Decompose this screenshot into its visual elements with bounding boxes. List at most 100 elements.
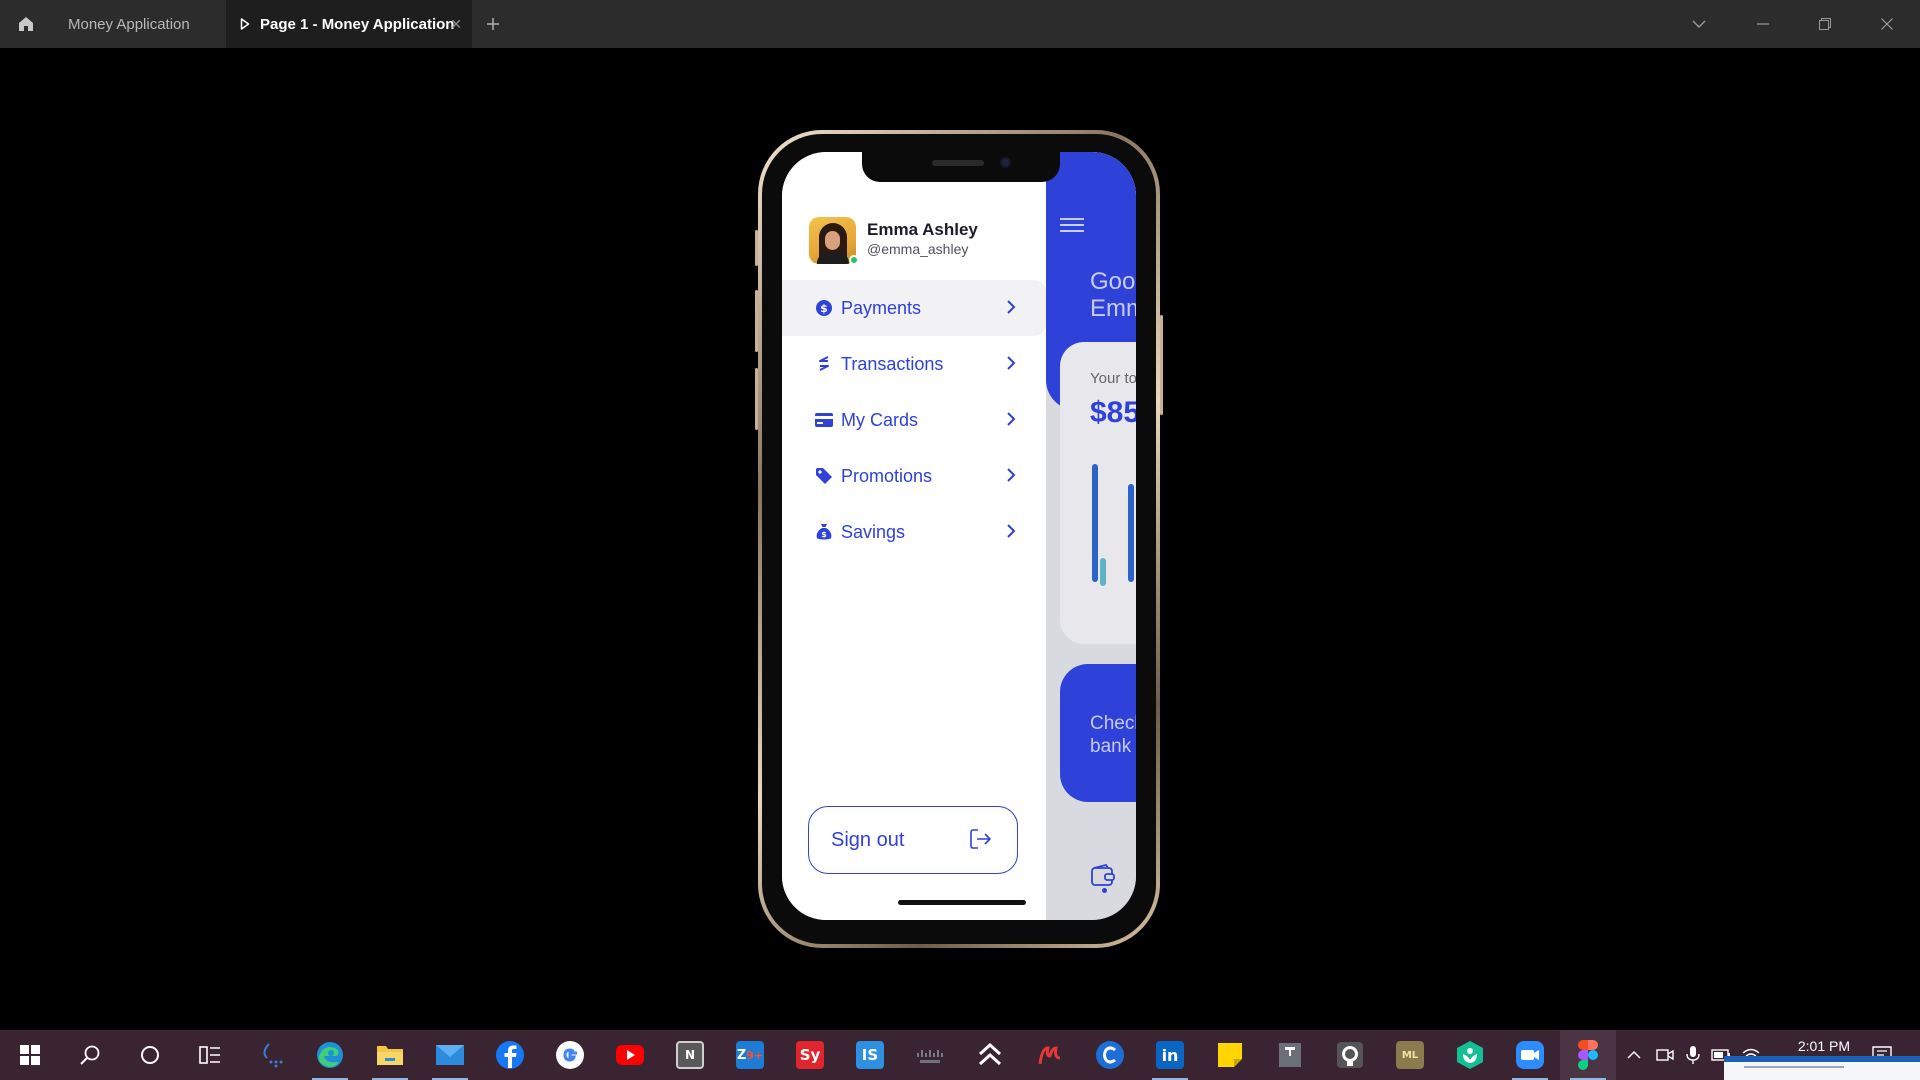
google-icon xyxy=(556,1041,584,1069)
menu-item-promotions[interactable]: Promotions xyxy=(782,448,1046,504)
taskbar-app-edge[interactable] xyxy=(302,1030,358,1080)
taskbar-app-sketch[interactable] xyxy=(242,1030,298,1080)
search-icon xyxy=(80,1045,100,1065)
tab-page-1[interactable]: Page 1 - Money Application ✕ xyxy=(226,0,472,48)
sketch-app-icon xyxy=(263,1043,283,1068)
cisco-icon xyxy=(917,1050,943,1063)
taskbar-app-sy[interactable]: Sy xyxy=(782,1030,838,1080)
taskbar-app-ml[interactable]: ML xyxy=(1382,1030,1438,1080)
taskbar-app-c[interactable] xyxy=(1082,1030,1138,1080)
microphone-icon xyxy=(1686,1046,1700,1064)
tray-microphone[interactable] xyxy=(1680,1030,1706,1080)
taskbar-app-mail[interactable] xyxy=(422,1030,478,1080)
menu-item-label: Promotions xyxy=(841,465,933,486)
chevron-right-icon xyxy=(1007,412,1016,426)
check-accounts-text: Check your bank accounts xyxy=(1090,712,1136,758)
home-button[interactable] xyxy=(0,0,52,48)
github-icon xyxy=(1337,1042,1363,1068)
chevron-right-icon xyxy=(1007,356,1016,370)
chart-bar xyxy=(1092,464,1098,582)
chevron-right-icon xyxy=(1007,524,1016,538)
notification-preview[interactable] xyxy=(1724,1056,1920,1080)
logout-icon xyxy=(970,829,991,849)
balance-card: Your total balance $8500 xyxy=(1060,342,1136,644)
close-tab-icon[interactable]: ✕ xyxy=(450,16,462,33)
app-clipboard-icon xyxy=(1279,1043,1301,1067)
sticky-notes-icon xyxy=(1218,1043,1242,1067)
user-name: Emma Ashley xyxy=(867,220,978,239)
taskbar-app-linkedin[interactable]: in xyxy=(1142,1030,1198,1080)
chevron-right-icon xyxy=(1007,468,1016,482)
phone-screen: Good morning, Emma Your total balance $8… xyxy=(782,152,1136,920)
menu-item-payments[interactable]: $ Payments xyxy=(782,280,1046,336)
start-button[interactable] xyxy=(2,1030,58,1080)
menu-item-label: Savings xyxy=(841,521,906,542)
phone-side-button xyxy=(755,290,758,352)
facebook-icon xyxy=(496,1041,524,1069)
windows-icon xyxy=(20,1045,40,1065)
menu-item-transactions[interactable]: Transactions xyxy=(782,336,1046,392)
taskbar-app-google[interactable] xyxy=(542,1030,598,1080)
chevron-down-icon xyxy=(1692,20,1706,28)
taskbar-app-is[interactable]: IS xyxy=(842,1030,898,1080)
add-tab-button[interactable] xyxy=(480,0,506,48)
taskbar-app-notion[interactable]: N xyxy=(662,1030,718,1080)
tab-label: Page 1 - Money Application xyxy=(260,15,455,33)
taskbar-app-zoom[interactable] xyxy=(1502,1030,1558,1080)
restore-button[interactable] xyxy=(1794,0,1856,48)
check-line: bank accounts xyxy=(1090,736,1136,757)
cortana-icon xyxy=(141,1046,159,1064)
tray-camera[interactable] xyxy=(1652,1030,1678,1080)
sign-out-button[interactable]: Sign out xyxy=(808,806,1018,874)
is-app-icon: IS xyxy=(856,1041,884,1069)
hamburger-menu-icon[interactable] xyxy=(1060,218,1084,232)
chevron-right-icon xyxy=(1007,300,1016,314)
close-window-button[interactable] xyxy=(1856,0,1918,48)
menu-item-my-cards[interactable]: My Cards xyxy=(782,392,1046,448)
taskbar-app-figma[interactable] xyxy=(1560,1030,1616,1080)
greeting-name: Emma xyxy=(1090,295,1136,322)
side-menu: Emma Ashley @emma_ashley $ Payments Tran… xyxy=(782,152,1046,920)
wallet-icon[interactable] xyxy=(1090,864,1116,888)
taskbar-app-youtube[interactable] xyxy=(602,1030,658,1080)
taskbar-app-arrow[interactable] xyxy=(962,1030,1018,1080)
minimize-button[interactable] xyxy=(1732,0,1794,48)
tab-money-application[interactable]: Money Application xyxy=(52,0,226,48)
search-button[interactable] xyxy=(62,1030,118,1080)
tab-list-button[interactable] xyxy=(1668,0,1730,48)
notion-icon: N xyxy=(676,1041,704,1069)
menu-item-savings[interactable]: $ Savings xyxy=(782,504,1046,560)
close-icon xyxy=(1881,18,1893,30)
home-icon xyxy=(19,17,33,31)
card-icon xyxy=(814,410,834,430)
home-page-behind-menu: Good morning, Emma Your total balance $8… xyxy=(1046,152,1136,920)
menu-item-label: Payments xyxy=(841,297,922,318)
zoho-icon: Z 9+ xyxy=(736,1041,764,1069)
taskbar-app-zoho[interactable]: Z 9+ xyxy=(722,1030,778,1080)
c-app-icon xyxy=(1096,1041,1124,1069)
greeting-line: Good morning, xyxy=(1090,268,1136,295)
taskbar-app-khan-academy[interactable] xyxy=(1442,1030,1498,1080)
restore-icon xyxy=(1819,18,1831,30)
check-line: Check your xyxy=(1090,713,1136,734)
taskbar-clock[interactable]: 2:01 PM xyxy=(1770,1038,1850,1054)
check-accounts-card[interactable]: Check your bank accounts xyxy=(1060,664,1136,802)
phone-camera xyxy=(1000,157,1011,168)
phone-side-button xyxy=(755,368,758,430)
taskbar-app-unity[interactable] xyxy=(1022,1030,1078,1080)
taskbar-app-facebook[interactable] xyxy=(482,1030,538,1080)
task-view-button[interactable] xyxy=(182,1030,238,1080)
taskbar-app-github[interactable] xyxy=(1322,1030,1378,1080)
minimize-icon xyxy=(1757,23,1769,25)
greeting-text: Good morning, Emma xyxy=(1090,268,1136,322)
linkedin-icon: in xyxy=(1156,1041,1184,1069)
cortana-button[interactable] xyxy=(122,1030,178,1080)
unity-icon xyxy=(1038,1046,1061,1065)
taskbar-app-sticky-notes[interactable] xyxy=(1202,1030,1258,1080)
menu-item-label: Transactions xyxy=(841,353,944,374)
taskbar-app-file-explorer[interactable] xyxy=(362,1030,418,1080)
show-hidden-icons-button[interactable] xyxy=(1620,1030,1648,1080)
taskbar-app-clipboard[interactable] xyxy=(1262,1030,1318,1080)
svg-text:$: $ xyxy=(820,302,828,315)
taskbar-app-cisco[interactable] xyxy=(902,1030,958,1080)
